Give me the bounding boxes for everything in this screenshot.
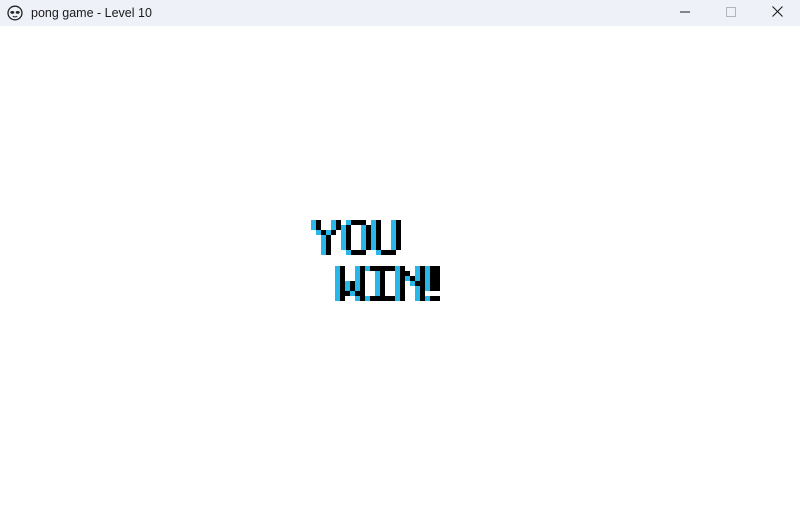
close-button[interactable]: [754, 0, 800, 26]
window-title: pong game - Level 10: [31, 6, 152, 20]
game-canvas[interactable]: YOU WIN!: [0, 26, 800, 526]
win-message-line1: [311, 220, 401, 255]
win-banner: [311, 220, 440, 301]
glyph-exclamation: [425, 266, 440, 301]
glyph-n: [395, 266, 425, 301]
glyph-w: [335, 266, 365, 301]
glyph-u: [371, 220, 401, 255]
minimize-button[interactable]: [662, 0, 708, 26]
glyph-y: [311, 220, 341, 255]
maximize-button[interactable]: [708, 0, 754, 26]
glyph-i: [365, 266, 395, 301]
game-window: pong game - Level 10: [0, 0, 800, 526]
title-bar[interactable]: pong game - Level 10: [0, 0, 800, 26]
glyph-o: [341, 220, 371, 255]
window-controls: [662, 0, 800, 26]
close-icon: [771, 4, 783, 22]
alien-face-icon: [7, 5, 23, 21]
maximize-icon: [726, 4, 736, 22]
minimize-icon: [680, 4, 690, 22]
win-message-line2: [335, 266, 440, 301]
